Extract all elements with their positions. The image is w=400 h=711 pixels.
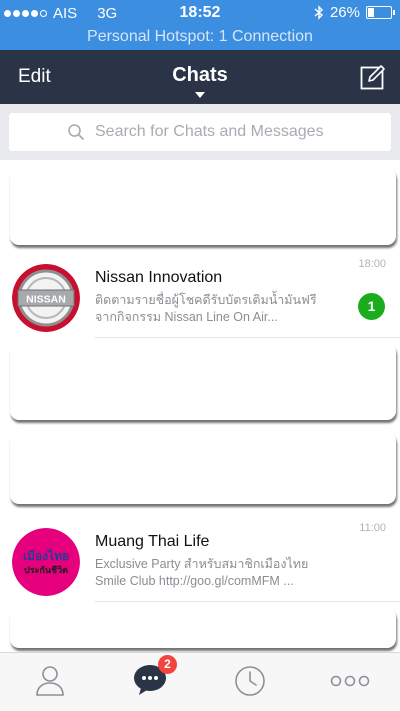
chat-placeholder-card[interactable] <box>10 432 396 504</box>
muangthai-logo-icon: เมืองไทย ประกันชีวิต <box>12 528 80 596</box>
chat-name: Muang Thai Life <box>95 533 210 550</box>
chat-preview: ติดตามรายชื่อผู้โชคดีรับบัตรเติมน้ำมันฟร… <box>95 292 335 326</box>
divider <box>95 601 400 602</box>
chat-name: Nissan Innovation <box>95 269 223 286</box>
chat-list: NISSAN Nissan Innovation ติดตามรายชื่อผู… <box>0 160 400 652</box>
chat-row-nissan[interactable]: NISSAN Nissan Innovation ติดตามรายชื่อผู… <box>0 252 400 338</box>
nissan-logo-icon: NISSAN <box>12 264 80 332</box>
chat-preview-line2: จากกิจกรรม Nissan Line On Air... <box>95 310 278 324</box>
tab-friends[interactable] <box>0 653 100 711</box>
avatar-muangthai: เมืองไทย ประกันชีวิต <box>12 528 80 596</box>
chat-time: 11:00 <box>359 522 386 534</box>
hotspot-banner[interactable]: Personal Hotspot: 1 Connection <box>0 26 400 50</box>
svg-text:NISSAN: NISSAN <box>26 294 66 306</box>
battery-percent: 26% <box>329 4 360 21</box>
chat-placeholder-card[interactable] <box>10 343 396 420</box>
timeline-icon <box>235 666 265 696</box>
status-right: 26% <box>314 4 395 21</box>
compose-icon[interactable] <box>360 64 386 90</box>
search-bar: Search for Chats and Messages <box>0 104 400 160</box>
nav-bar: Edit Chats <box>0 50 400 104</box>
svg-text:เมืองไทย: เมืองไทย <box>23 548 69 563</box>
avatar-nissan: NISSAN <box>12 264 80 332</box>
search-input[interactable]: Search for Chats and Messages <box>9 113 391 151</box>
status-bar: AIS 3G 18:52 26% <box>0 0 400 26</box>
tab-timeline[interactable] <box>200 653 300 711</box>
chat-placeholder-card[interactable] <box>10 168 396 245</box>
chevron-down-icon[interactable] <box>195 92 205 98</box>
divider <box>95 337 400 338</box>
unread-badge: 1 <box>358 293 385 320</box>
chat-preview: Exclusive Party สำหรับสมาชิกเมืองไทย Smi… <box>95 556 335 590</box>
chat-row-muangthai[interactable]: เมืองไทย ประกันชีวิต Muang Thai Life Exc… <box>0 516 400 602</box>
chat-time: 18:00 <box>358 258 386 270</box>
battery-icon <box>366 6 395 19</box>
friends-icon <box>36 666 64 696</box>
tab-chats[interactable]: 2 <box>100 653 200 711</box>
chats-unread-badge: 2 <box>158 655 177 674</box>
tab-more[interactable] <box>300 653 400 711</box>
svg-text:ประกันชีวิต: ประกันชีวิต <box>24 565 68 576</box>
chat-preview-line2: Smile Club http://goo.gl/comMFM ... <box>95 574 294 588</box>
page-title[interactable]: Chats <box>0 64 400 87</box>
bluetooth-icon <box>314 5 323 20</box>
tab-bar: 2 <box>0 652 400 711</box>
search-placeholder: Search for Chats and Messages <box>95 123 324 140</box>
chat-preview-line1: Exclusive Party สำหรับสมาชิกเมืองไทย <box>95 557 309 571</box>
more-icon <box>330 675 370 687</box>
search-icon <box>68 124 84 140</box>
chat-placeholder-card[interactable] <box>10 608 396 648</box>
chat-preview-line1: ติดตามรายชื่อผู้โชคดีรับบัตรเติมน้ำมันฟร… <box>95 293 317 307</box>
